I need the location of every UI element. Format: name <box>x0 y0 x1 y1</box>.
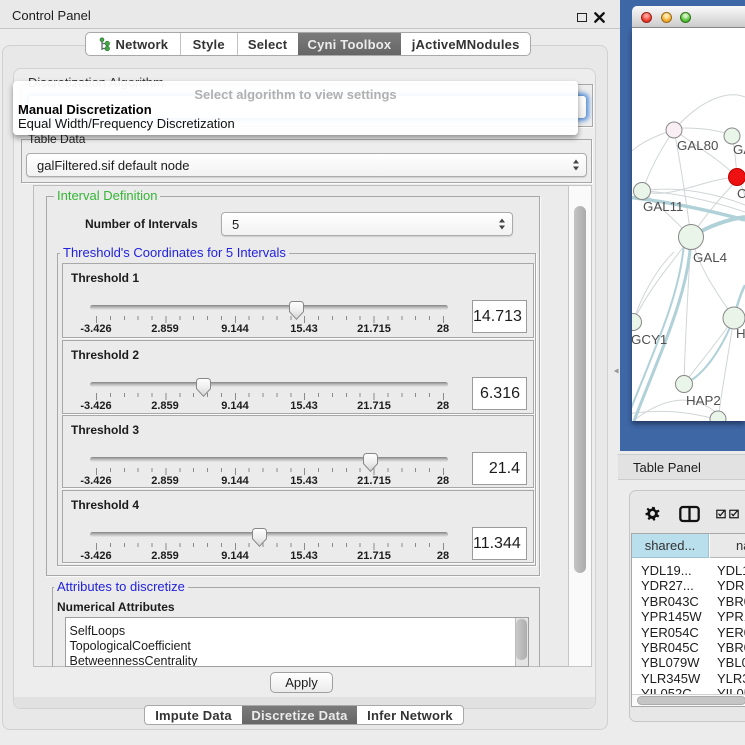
svg-text:GAL4: GAL4 <box>693 250 727 265</box>
svg-text:C: C <box>737 186 745 201</box>
svg-text:GA: GA <box>733 142 745 157</box>
svg-text:GAL80: GAL80 <box>677 138 718 153</box>
svg-text:GCY1: GCY1 <box>632 332 667 347</box>
svg-text:GAL11: GAL11 <box>643 199 683 214</box>
svg-text:H: H <box>736 326 745 341</box>
svg-text:HAP2: HAP2 <box>686 393 721 408</box>
